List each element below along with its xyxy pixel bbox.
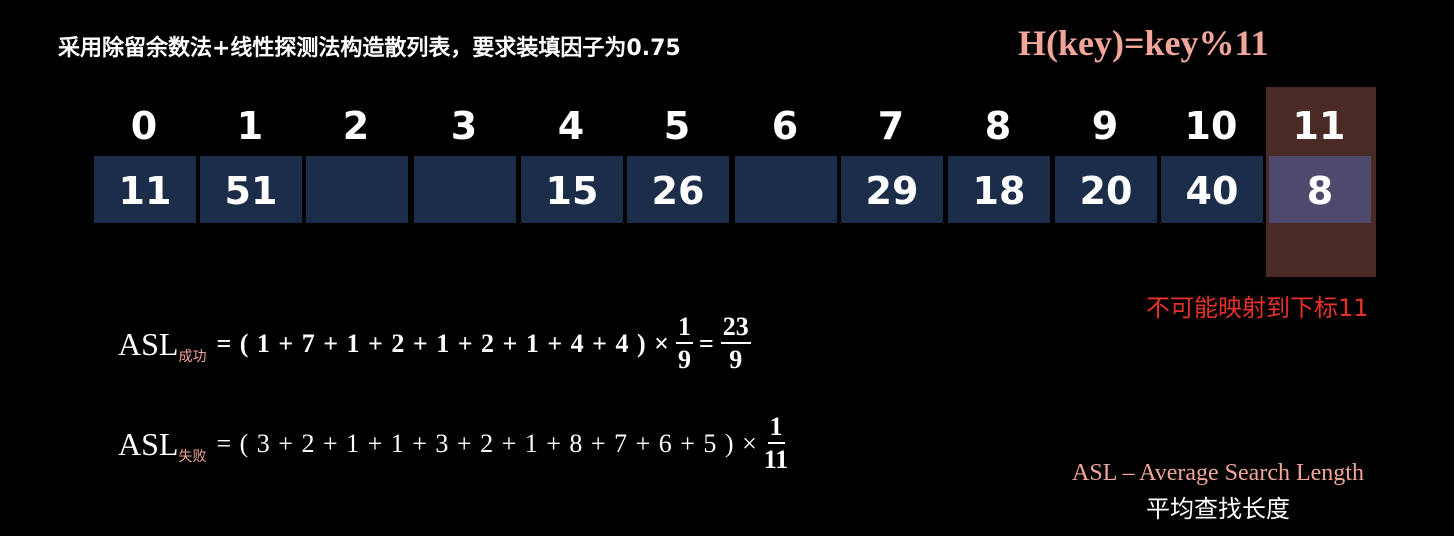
asl-fail-formula: ASL 失败 = ( 3 + 2 + 1 + 1 + 3 + 2 + 1 + 8…: [118, 412, 794, 476]
fraction-one-eleventh: 1 11: [764, 412, 789, 476]
index-label-3: 3: [450, 104, 478, 148]
fraction-denominator: 9: [677, 345, 691, 374]
index-label-1: 1: [236, 104, 264, 148]
legend-chinese: 平均查找长度: [1146, 495, 1290, 523]
table-cell-11: 8: [1269, 156, 1371, 223]
index-label-5: 5: [663, 104, 691, 148]
index-label-10: 10: [1184, 104, 1238, 148]
fraction-numerator: 1: [675, 312, 693, 344]
table-cell-6: [735, 156, 837, 223]
index-label-7: 7: [877, 104, 905, 148]
fraction-one-ninth: 1 9: [675, 312, 693, 376]
index-label-8: 8: [984, 104, 1012, 148]
asl-fail-expression: = ( 3 + 2 + 1 + 1 + 3 + 2 + 1 + 8 + 7 + …: [216, 429, 758, 458]
index-label-2: 2: [342, 104, 370, 148]
table-cell-0: 11: [94, 156, 196, 223]
fraction-numerator: 1: [767, 412, 785, 444]
table-cell-9: 20: [1055, 156, 1157, 223]
table-cell-1: 51: [200, 156, 302, 223]
legend-english: ASL – Average Search Length: [1072, 460, 1364, 486]
asl-label: ASL: [118, 425, 179, 462]
equals-sign: =: [698, 329, 715, 358]
hash-function: H(key)=key%11: [1018, 23, 1269, 63]
table-cell-10: 40: [1161, 156, 1263, 223]
fraction-denominator: 9: [729, 345, 743, 374]
table-cell-8: 18: [948, 156, 1050, 223]
asl-success-expression: = ( 1 + 7 + 1 + 2 + 1 + 2 + 1 + 4 + 4 ) …: [216, 329, 670, 358]
problem-title: 采用除留余数法+线性探测法构造散列表，要求装填因子为0.75: [58, 36, 681, 61]
index-label-11: 11: [1292, 104, 1346, 148]
table-cell-7: 29: [841, 156, 943, 223]
fraction-denominator: 11: [763, 445, 789, 474]
index-label-6: 6: [771, 104, 799, 148]
asl-legend: ASL – Average Search Length 平均查找长度: [1058, 460, 1378, 524]
asl-success-subscript: 成功: [178, 349, 207, 365]
index-11-note: 不可能映射到下标11: [1146, 294, 1369, 322]
table-cell-3: [414, 156, 516, 223]
index-label-9: 9: [1091, 104, 1119, 148]
fraction-result: 23 9: [720, 312, 751, 376]
index-label-4: 4: [557, 104, 585, 148]
table-cell-5: 26: [627, 156, 729, 223]
table-cell-2: [306, 156, 408, 223]
table-cell-4: 15: [521, 156, 623, 223]
asl-success-formula: ASL 成功 = ( 1 + 7 + 1 + 2 + 1 + 2 + 1 + 4…: [118, 312, 757, 376]
fraction-numerator: 23: [720, 312, 751, 344]
asl-fail-subscript: 失败: [178, 449, 207, 465]
index-label-0: 0: [130, 104, 158, 148]
asl-label: ASL: [118, 325, 179, 362]
